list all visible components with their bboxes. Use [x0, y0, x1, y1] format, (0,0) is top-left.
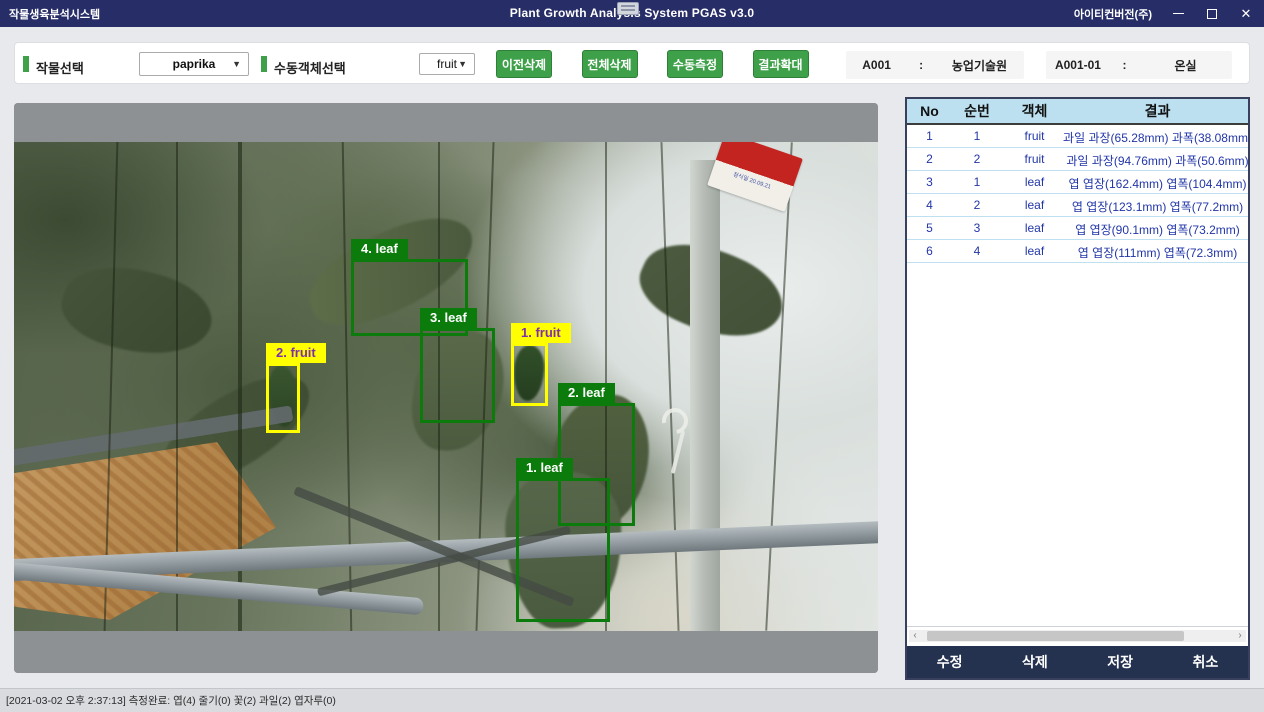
- status-text: [2021-03-02 오후 2:37:13] 측정완료: 엽(4) 줄기(0)…: [6, 693, 336, 708]
- site-separator: :: [907, 58, 935, 72]
- maximize-button[interactable]: [1204, 6, 1220, 22]
- detection-box-fruit-2[interactable]: [266, 363, 300, 433]
- crop-select-label: 작물선택: [36, 58, 84, 77]
- table-cell: 2: [952, 147, 1002, 170]
- table-row[interactable]: 64leaf엽 엽장(111mm) 엽폭(72.3mm): [907, 239, 1248, 262]
- table-cell: 엽 엽장(123.1mm) 엽폭(77.2mm): [1067, 193, 1248, 216]
- object-select-value: fruit: [437, 57, 457, 71]
- table-cell: 엽 엽장(90.1mm) 엽폭(73.2mm): [1067, 216, 1248, 239]
- column-header[interactable]: 객체: [1002, 99, 1067, 124]
- detection-label-fruit-1: 1. fruit: [511, 323, 571, 343]
- results-table-viewport[interactable]: No순번객체결과 11fruit과일 과장(65.28mm) 과폭(38.08m…: [907, 99, 1248, 627]
- table-cell: 1: [952, 124, 1002, 147]
- detection-box-leaf-1[interactable]: [516, 478, 610, 622]
- minimize-icon: [1173, 13, 1184, 14]
- crop-select-marker-icon: [23, 56, 29, 72]
- detection-label-leaf-3: 3. leaf: [420, 308, 477, 328]
- site-name: 농업기술원: [935, 57, 1024, 74]
- table-cell: leaf: [1002, 216, 1067, 239]
- table-cell: 5: [907, 216, 952, 239]
- detection-label-leaf-1: 1. leaf: [516, 458, 573, 478]
- table-cell: 엽 엽장(111mm) 엽폭(72.3mm): [1067, 239, 1248, 262]
- column-header[interactable]: 결과: [1067, 99, 1248, 124]
- scrollbar-thumb[interactable]: [927, 631, 1184, 641]
- table-cell: 과일 과장(94.76mm) 과폭(50.6mm): [1067, 147, 1248, 170]
- company-name: 아이티컨버전(주): [1074, 6, 1152, 22]
- delete-button[interactable]: 삭제: [992, 646, 1077, 678]
- enlarge-result-button[interactable]: 결과확대: [753, 50, 809, 78]
- detection-label-leaf-2: 2. leaf: [558, 383, 615, 403]
- table-cell: 2: [907, 147, 952, 170]
- detection-label-leaf-4: 4. leaf: [351, 239, 408, 259]
- crop-select-value: paprika: [173, 57, 216, 71]
- table-cell: fruit: [1002, 147, 1067, 170]
- detection-box-leaf-3[interactable]: [420, 328, 495, 423]
- table-cell: 1: [907, 124, 952, 147]
- column-header[interactable]: No: [907, 99, 952, 124]
- object-select-dropdown[interactable]: fruit ▼: [419, 53, 475, 75]
- delete-all-button[interactable]: 전체삭제: [582, 50, 638, 78]
- site-code: A001: [846, 58, 907, 72]
- table-header-row: No순번객체결과: [907, 99, 1248, 124]
- table-cell: 2: [952, 193, 1002, 216]
- maximize-icon: [1207, 9, 1217, 19]
- table-cell: leaf: [1002, 193, 1067, 216]
- toolbar: 작물선택 paprika ▼ 수동객체선택 fruit ▼ 이전삭제 전체삭제 수동…: [14, 42, 1250, 84]
- scroll-right-icon[interactable]: ›: [1234, 630, 1246, 642]
- crop-select-dropdown[interactable]: paprika ▼: [139, 52, 249, 76]
- site-info-box: A001 : 농업기술원: [846, 51, 1024, 79]
- status-bar: [2021-03-02 오후 2:37:13] 측정완료: 엽(4) 줄기(0)…: [0, 688, 1264, 712]
- cancel-button[interactable]: 취소: [1163, 646, 1248, 678]
- table-row[interactable]: 53leaf엽 엽장(90.1mm) 엽폭(73.2mm): [907, 216, 1248, 239]
- results-table: No순번객체결과 11fruit과일 과장(65.28mm) 과폭(38.08m…: [907, 99, 1248, 263]
- manual-measure-button[interactable]: 수동측정: [667, 50, 723, 78]
- table-row[interactable]: 31leaf엽 엽장(162.4mm) 엽폭(104.4mm): [907, 170, 1248, 193]
- chevron-down-icon: ▼: [458, 59, 467, 69]
- camera-image-area: 정식일 20.09.21 4. leaf3. leaf1. fruit2. fr…: [14, 103, 878, 673]
- results-table-body: 11fruit과일 과장(65.28mm) 과폭(38.08mm)22fruit…: [907, 124, 1248, 262]
- title-bar: 작물생육분석시스템 Plant Growth Analysis System P…: [0, 0, 1264, 27]
- detection-label-fruit-2: 2. fruit: [266, 343, 326, 363]
- detections-layer: 4. leaf 3. leaf 1. fruit 2. fruit 2. leaf 1. …: [14, 103, 878, 673]
- minimize-button[interactable]: [1170, 6, 1186, 22]
- table-row[interactable]: 11fruit과일 과장(65.28mm) 과폭(38.08mm): [907, 124, 1248, 147]
- scrollbar-track[interactable]: [921, 630, 1234, 642]
- zone-separator: :: [1110, 58, 1139, 72]
- table-cell: 4: [952, 239, 1002, 262]
- zone-code: A001-01: [1046, 58, 1110, 72]
- chevron-down-icon: ▼: [232, 59, 241, 69]
- table-cell: 3: [907, 170, 952, 193]
- table-cell: 6: [907, 239, 952, 262]
- table-cell: 4: [907, 193, 952, 216]
- close-icon: ✕: [1241, 7, 1252, 20]
- column-header[interactable]: 순번: [952, 99, 1002, 124]
- edit-button[interactable]: 수정: [907, 646, 992, 678]
- scroll-left-icon[interactable]: ‹: [909, 630, 921, 642]
- action-bar: 수정삭제저장취소: [907, 646, 1248, 678]
- detection-box-fruit-1[interactable]: [511, 343, 548, 406]
- table-cell: 엽 엽장(162.4mm) 엽폭(104.4mm): [1067, 170, 1248, 193]
- object-select-label: 수동객체선택: [274, 58, 346, 77]
- table-cell: fruit: [1002, 124, 1067, 147]
- zone-name: 온실: [1139, 57, 1232, 74]
- close-button[interactable]: ✕: [1238, 6, 1254, 22]
- window-badge-icon: [617, 2, 639, 15]
- save-button[interactable]: 저장: [1078, 646, 1163, 678]
- zone-info-box: A001-01 : 온실: [1046, 51, 1232, 79]
- table-cell: 과일 과장(65.28mm) 과폭(38.08mm): [1067, 124, 1248, 147]
- table-row[interactable]: 22fruit과일 과장(94.76mm) 과폭(50.6mm): [907, 147, 1248, 170]
- horizontal-scrollbar[interactable]: ‹ ›: [909, 630, 1246, 642]
- table-cell: 1: [952, 170, 1002, 193]
- toolbar-buttons: 이전삭제 전체삭제 수동측정 결과확대: [496, 50, 816, 78]
- table-cell: leaf: [1002, 239, 1067, 262]
- table-cell: leaf: [1002, 170, 1067, 193]
- object-select-marker-icon: [261, 56, 267, 72]
- delete-previous-button[interactable]: 이전삭제: [496, 50, 552, 78]
- results-panel: No순번객체결과 11fruit과일 과장(65.28mm) 과폭(38.08m…: [905, 97, 1250, 680]
- table-row[interactable]: 42leaf엽 엽장(123.1mm) 엽폭(77.2mm): [907, 193, 1248, 216]
- table-cell: 3: [952, 216, 1002, 239]
